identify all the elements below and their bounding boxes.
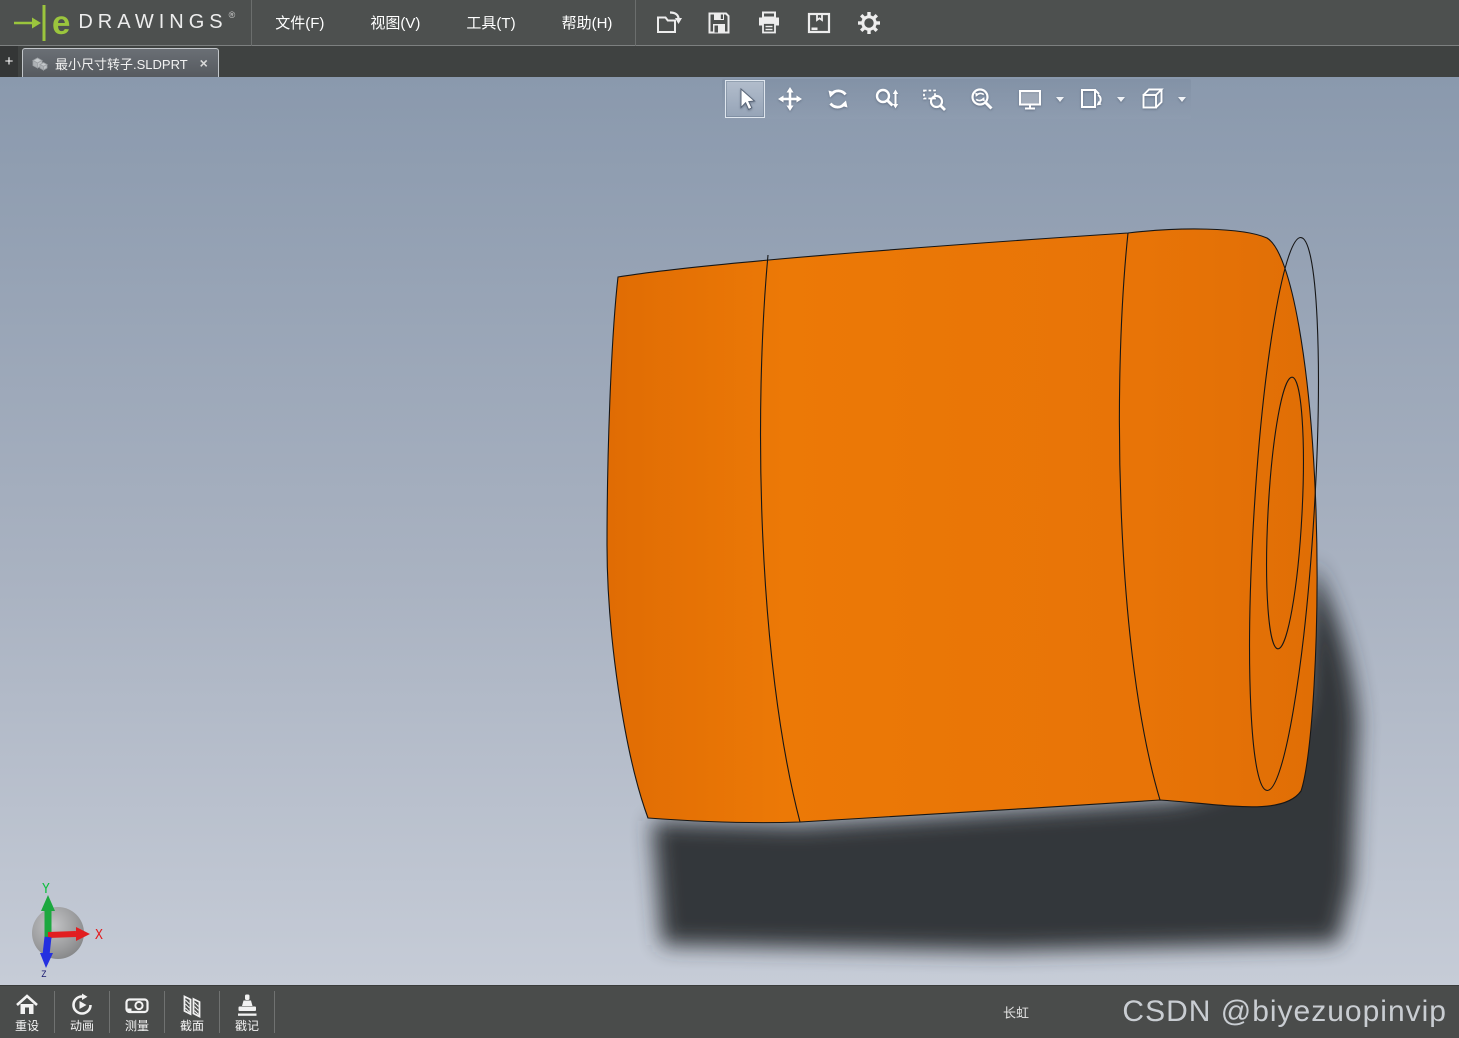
print-icon (759, 11, 780, 33)
zoom-icon (875, 88, 899, 109)
cube-icon (1142, 88, 1164, 109)
section-button[interactable]: 截面 (165, 986, 219, 1038)
markup-sheet-icon (1081, 89, 1102, 108)
tab-bar: + 最小尺寸转子.SLDPRT × (0, 46, 1459, 77)
orientation-button[interactable] (1129, 80, 1175, 118)
reset-button[interactable]: 重设 (0, 986, 54, 1038)
orientation-dropdown[interactable] (1175, 80, 1188, 118)
markup-views-dropdown[interactable] (1114, 80, 1127, 118)
save-button[interactable] (694, 0, 744, 46)
part-document-icon (32, 57, 48, 71)
main-menu: 文件(F) 视图(V) 工具(T) 帮助(H) (252, 0, 635, 45)
stamp-label: 戳记 (234, 1019, 259, 1034)
rotate-button[interactable] (815, 80, 861, 118)
logo-name: DRAWINGS (78, 11, 228, 33)
select-button[interactable] (725, 80, 765, 118)
measure-label: 测量 (124, 1019, 149, 1034)
animation-button[interactable]: 动画 (55, 986, 109, 1038)
menu-file[interactable]: 文件(F) (252, 0, 347, 45)
logo-registered-mark: ® (228, 10, 236, 20)
animation-icon (72, 993, 92, 1016)
menu-bar: e DRAWINGS ® 文件(F) 视图(V) 工具(T) 帮助(H) (0, 0, 1459, 46)
reset-label: 重设 (14, 1019, 39, 1034)
tab-close-icon[interactable]: × (200, 55, 208, 71)
rotor-body[interactable] (606, 228, 1318, 824)
zoom-to-area-button[interactable] (911, 80, 957, 118)
chevron-down-icon (1177, 96, 1186, 102)
edrawings-window: e DRAWINGS ® 文件(F) 视图(V) 工具(T) 帮助(H) + 最… (0, 0, 1459, 1038)
measure-button[interactable]: 测量 (110, 986, 164, 1038)
animation-label: 动画 (69, 1019, 94, 1034)
save-floppy-icon (708, 12, 730, 33)
view-toolbar (722, 79, 1191, 119)
license-owner: 长虹 (1003, 1005, 1030, 1021)
rotate-icon (828, 89, 848, 109)
chevron-down-icon (1055, 96, 1064, 102)
quick-toolbar (636, 0, 894, 46)
markup-views-button[interactable] (1068, 80, 1114, 118)
app-logo: e DRAWINGS ® (0, 0, 251, 45)
axis-z-label: Z (41, 970, 47, 980)
new-tab-button[interactable]: + (0, 46, 18, 77)
monitor-icon (1019, 90, 1041, 110)
zoom-to-fit-button[interactable] (959, 80, 1005, 118)
publish-box-icon (808, 12, 831, 33)
section-label: 截面 (179, 1019, 204, 1034)
print-button[interactable] (744, 0, 794, 46)
section-icon (183, 995, 201, 1019)
menu-tools[interactable]: 工具(T) (443, 0, 538, 45)
tab-active[interactable]: 最小尺寸转子.SLDPRT × (22, 48, 219, 77)
select-cursor-icon (740, 87, 756, 111)
bottom-toolbar: 重设 动画 测量 截面 戳记 长虹 CSDN @biyezuopinvip (0, 985, 1459, 1038)
pan-button[interactable] (767, 80, 813, 118)
settings-button[interactable] (844, 0, 894, 46)
stamp-button[interactable]: 戳记 (220, 986, 274, 1038)
menu-view[interactable]: 视图(V) (347, 0, 443, 45)
open-folder-icon (657, 10, 683, 33)
gear-icon (858, 11, 881, 34)
logo-e: e (52, 4, 71, 41)
watermark: CSDN @biyezuopinvip (1122, 995, 1447, 1028)
home-icon (16, 994, 38, 1015)
axis-y-label: Y (42, 882, 50, 897)
divider (274, 991, 275, 1033)
axis-x-label: X (95, 928, 103, 943)
zoom-fit-icon (971, 88, 993, 110)
viewport[interactable]: Y X Z (0, 77, 1459, 985)
zoom-button[interactable] (863, 80, 909, 118)
tab-title: 最小尺寸转子.SLDPRT (55, 56, 188, 72)
pan-icon (778, 87, 802, 111)
model-3d[interactable]: Y X Z (0, 77, 1459, 985)
menu-help[interactable]: 帮助(H) (539, 0, 636, 45)
logo-arrow-icon (14, 4, 46, 41)
chevron-down-icon (1116, 96, 1125, 102)
publish-button[interactable] (794, 0, 844, 46)
open-button[interactable] (644, 0, 694, 46)
full-screen-button[interactable] (1007, 80, 1053, 118)
full-screen-dropdown[interactable] (1053, 80, 1066, 118)
measure-icon (125, 998, 149, 1014)
zoom-area-icon (923, 89, 946, 111)
axis-triad: Y X Z (32, 882, 103, 980)
stamp-icon (238, 994, 257, 1017)
